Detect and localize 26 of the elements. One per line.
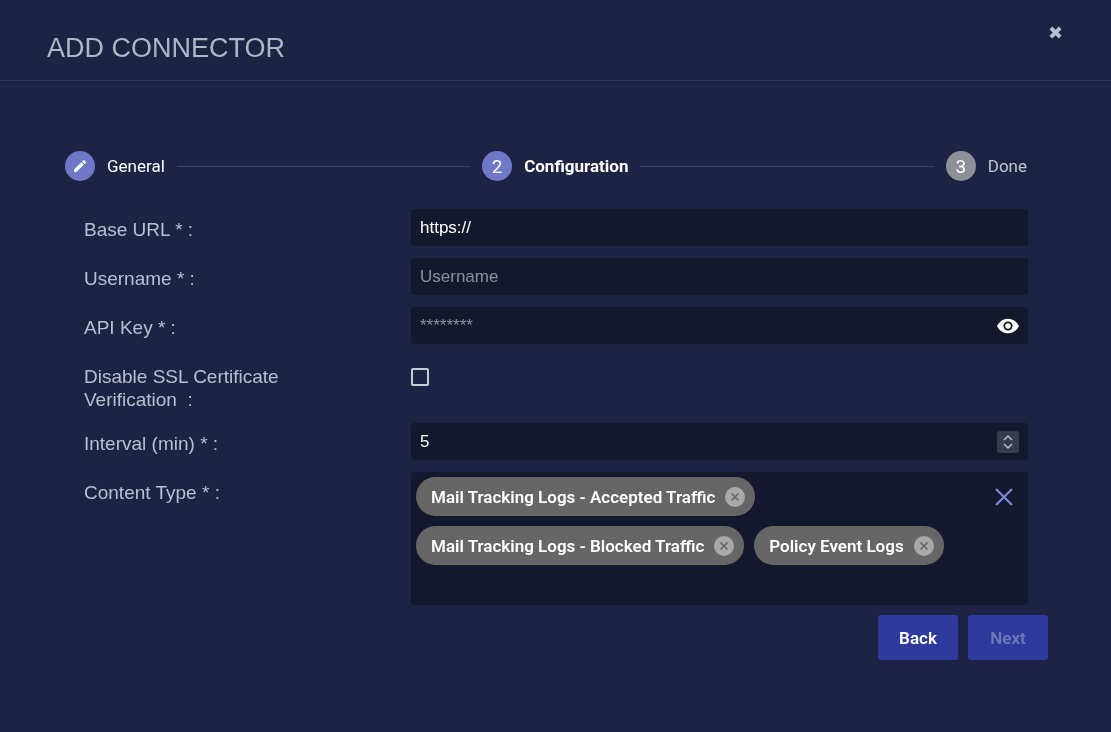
- field-label: API Key * :: [84, 316, 177, 340]
- field-label: Content Type * :: [84, 481, 221, 505]
- close-button[interactable]: ✖: [1048, 22, 1063, 44]
- eye-icon[interactable]: [997, 317, 1019, 334]
- checkbox[interactable]: [411, 368, 429, 386]
- step-number: 2: [482, 151, 513, 181]
- text-field[interactable]: Username: [411, 258, 1028, 295]
- tag-chip: Mail Tracking Logs - Blocked Traffic: [416, 526, 745, 565]
- step-label[interactable]: Done: [987, 156, 1027, 176]
- number-field[interactable]: 5: [411, 423, 1028, 460]
- clear-icon[interactable]: [994, 487, 1014, 507]
- password-field[interactable]: ********: [411, 307, 1028, 344]
- field-label: Username * :: [84, 267, 196, 291]
- back-button[interactable]: Back: [878, 615, 958, 660]
- field-label: Base URL * :: [84, 218, 195, 242]
- field-label: Interval (min) * :: [84, 432, 220, 456]
- tag-chip: Policy Event Logs: [754, 526, 944, 565]
- tag-chip: Mail Tracking Logs - Accepted Traffic: [416, 477, 756, 516]
- dialog-title: ADD CONNECTOR: [47, 32, 286, 64]
- step-label[interactable]: General: [107, 156, 165, 176]
- spinner-icon[interactable]: [997, 430, 1019, 453]
- text-field[interactable]: https://: [411, 209, 1028, 246]
- step-number: 3: [945, 151, 976, 181]
- field-label: Disable SSL Certificate Verification :: [84, 365, 280, 411]
- tag-input[interactable]: Mail Tracking Logs - Accepted Traffic Mail Tracking Logs - Blocked Traffic Policy Event Logs: [411, 472, 1028, 605]
- step-label[interactable]: Configuration: [524, 156, 629, 176]
